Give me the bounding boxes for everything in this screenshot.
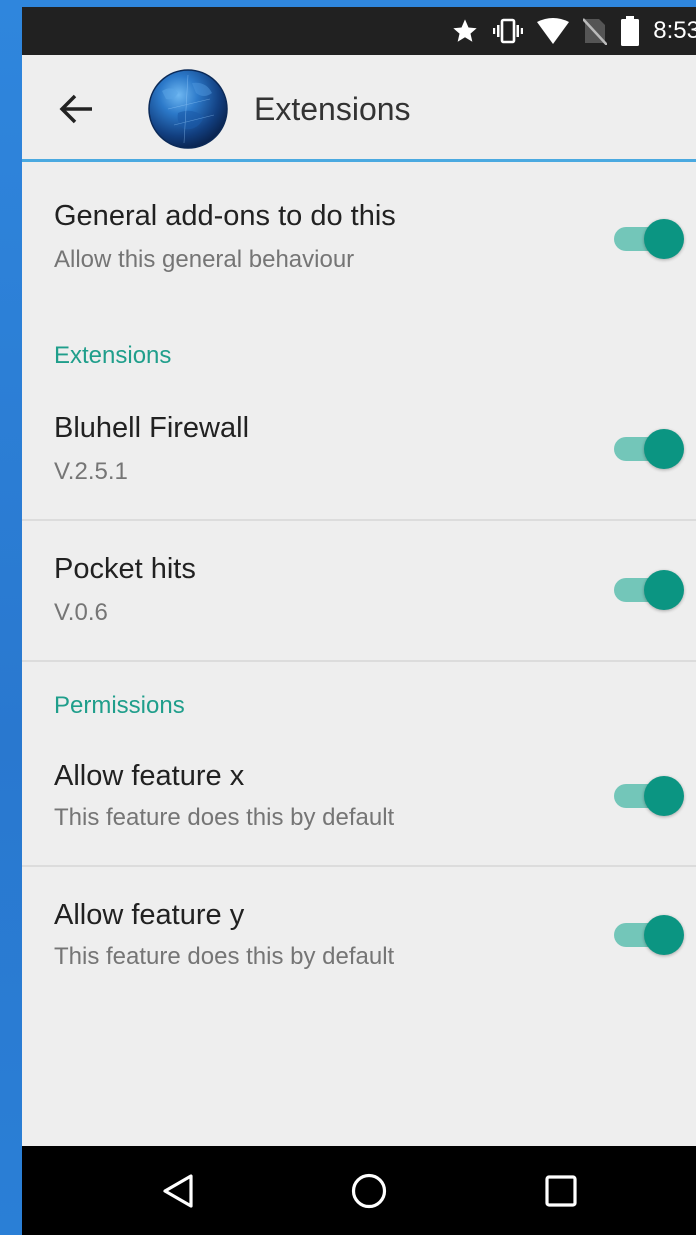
star-icon — [451, 17, 479, 45]
setting-title: Allow feature x — [54, 760, 245, 792]
nav-home-button[interactable] — [346, 1168, 392, 1214]
divider — [22, 660, 696, 662]
extension-item-bluhell-firewall[interactable]: Bluhell Firewall V.2.5.1 — [22, 390, 696, 518]
toggle-thumb — [644, 429, 684, 469]
setting-summary: V.0.6 — [54, 599, 108, 626]
battery-icon — [621, 16, 640, 46]
extension-item-pocket-hits[interactable]: Pocket hits V.0.6 — [22, 521, 696, 659]
arrow-back-icon — [59, 94, 92, 124]
recents-square-icon — [545, 1175, 577, 1207]
setting-general-addons[interactable]: General add-ons to do this Allow this ge… — [22, 162, 696, 292]
feature-y-toggle[interactable] — [614, 915, 684, 955]
pocket-hits-toggle[interactable] — [614, 570, 684, 610]
wifi-icon — [537, 18, 570, 44]
setting-title: General add-ons to do this — [54, 200, 396, 232]
setting-summary: This feature does this by default — [54, 943, 395, 970]
back-button[interactable] — [50, 83, 102, 135]
section-header-extensions: Extensions — [54, 342, 172, 369]
page-title: Extensions — [254, 91, 411, 127]
toggle-thumb — [644, 915, 684, 955]
setting-summary: V.2.5.1 — [54, 458, 128, 485]
status-time: 8:53 — [653, 17, 696, 44]
setting-title: Pocket hits — [54, 553, 196, 585]
setting-summary: Allow this general behaviour — [54, 246, 355, 273]
bluhell-firewall-toggle[interactable] — [614, 429, 684, 469]
status-bar: 8:53 — [22, 7, 696, 55]
setting-summary: This feature does this by default — [54, 804, 395, 831]
general-addons-toggle[interactable] — [614, 219, 684, 259]
nav-recents-button[interactable] — [538, 1168, 584, 1214]
permission-item-feature-x[interactable]: Allow feature x This feature does this b… — [22, 740, 696, 864]
phone-screen: 8:53 Extensions General add-ons to do th… — [22, 7, 696, 1235]
feature-x-toggle[interactable] — [614, 776, 684, 816]
status-icons: 8:53 — [451, 7, 696, 55]
permission-item-feature-y[interactable]: Allow feature y This feature does this b… — [22, 867, 696, 997]
setting-title: Allow feature y — [54, 899, 245, 931]
back-triangle-icon — [163, 1174, 193, 1208]
setting-title: Bluhell Firewall — [54, 412, 250, 444]
toggle-thumb — [644, 570, 684, 610]
nav-back-button[interactable] — [155, 1168, 201, 1214]
toggle-thumb — [644, 219, 684, 259]
no-sim-icon — [583, 17, 608, 45]
vibrate-icon — [493, 18, 524, 44]
app-bar: Extensions — [22, 55, 696, 162]
navigation-bar — [22, 1146, 696, 1235]
globe-logo — [148, 69, 228, 149]
home-circle-icon — [351, 1173, 387, 1209]
toggle-thumb — [644, 776, 684, 816]
section-header-permissions: Permissions — [54, 692, 185, 719]
